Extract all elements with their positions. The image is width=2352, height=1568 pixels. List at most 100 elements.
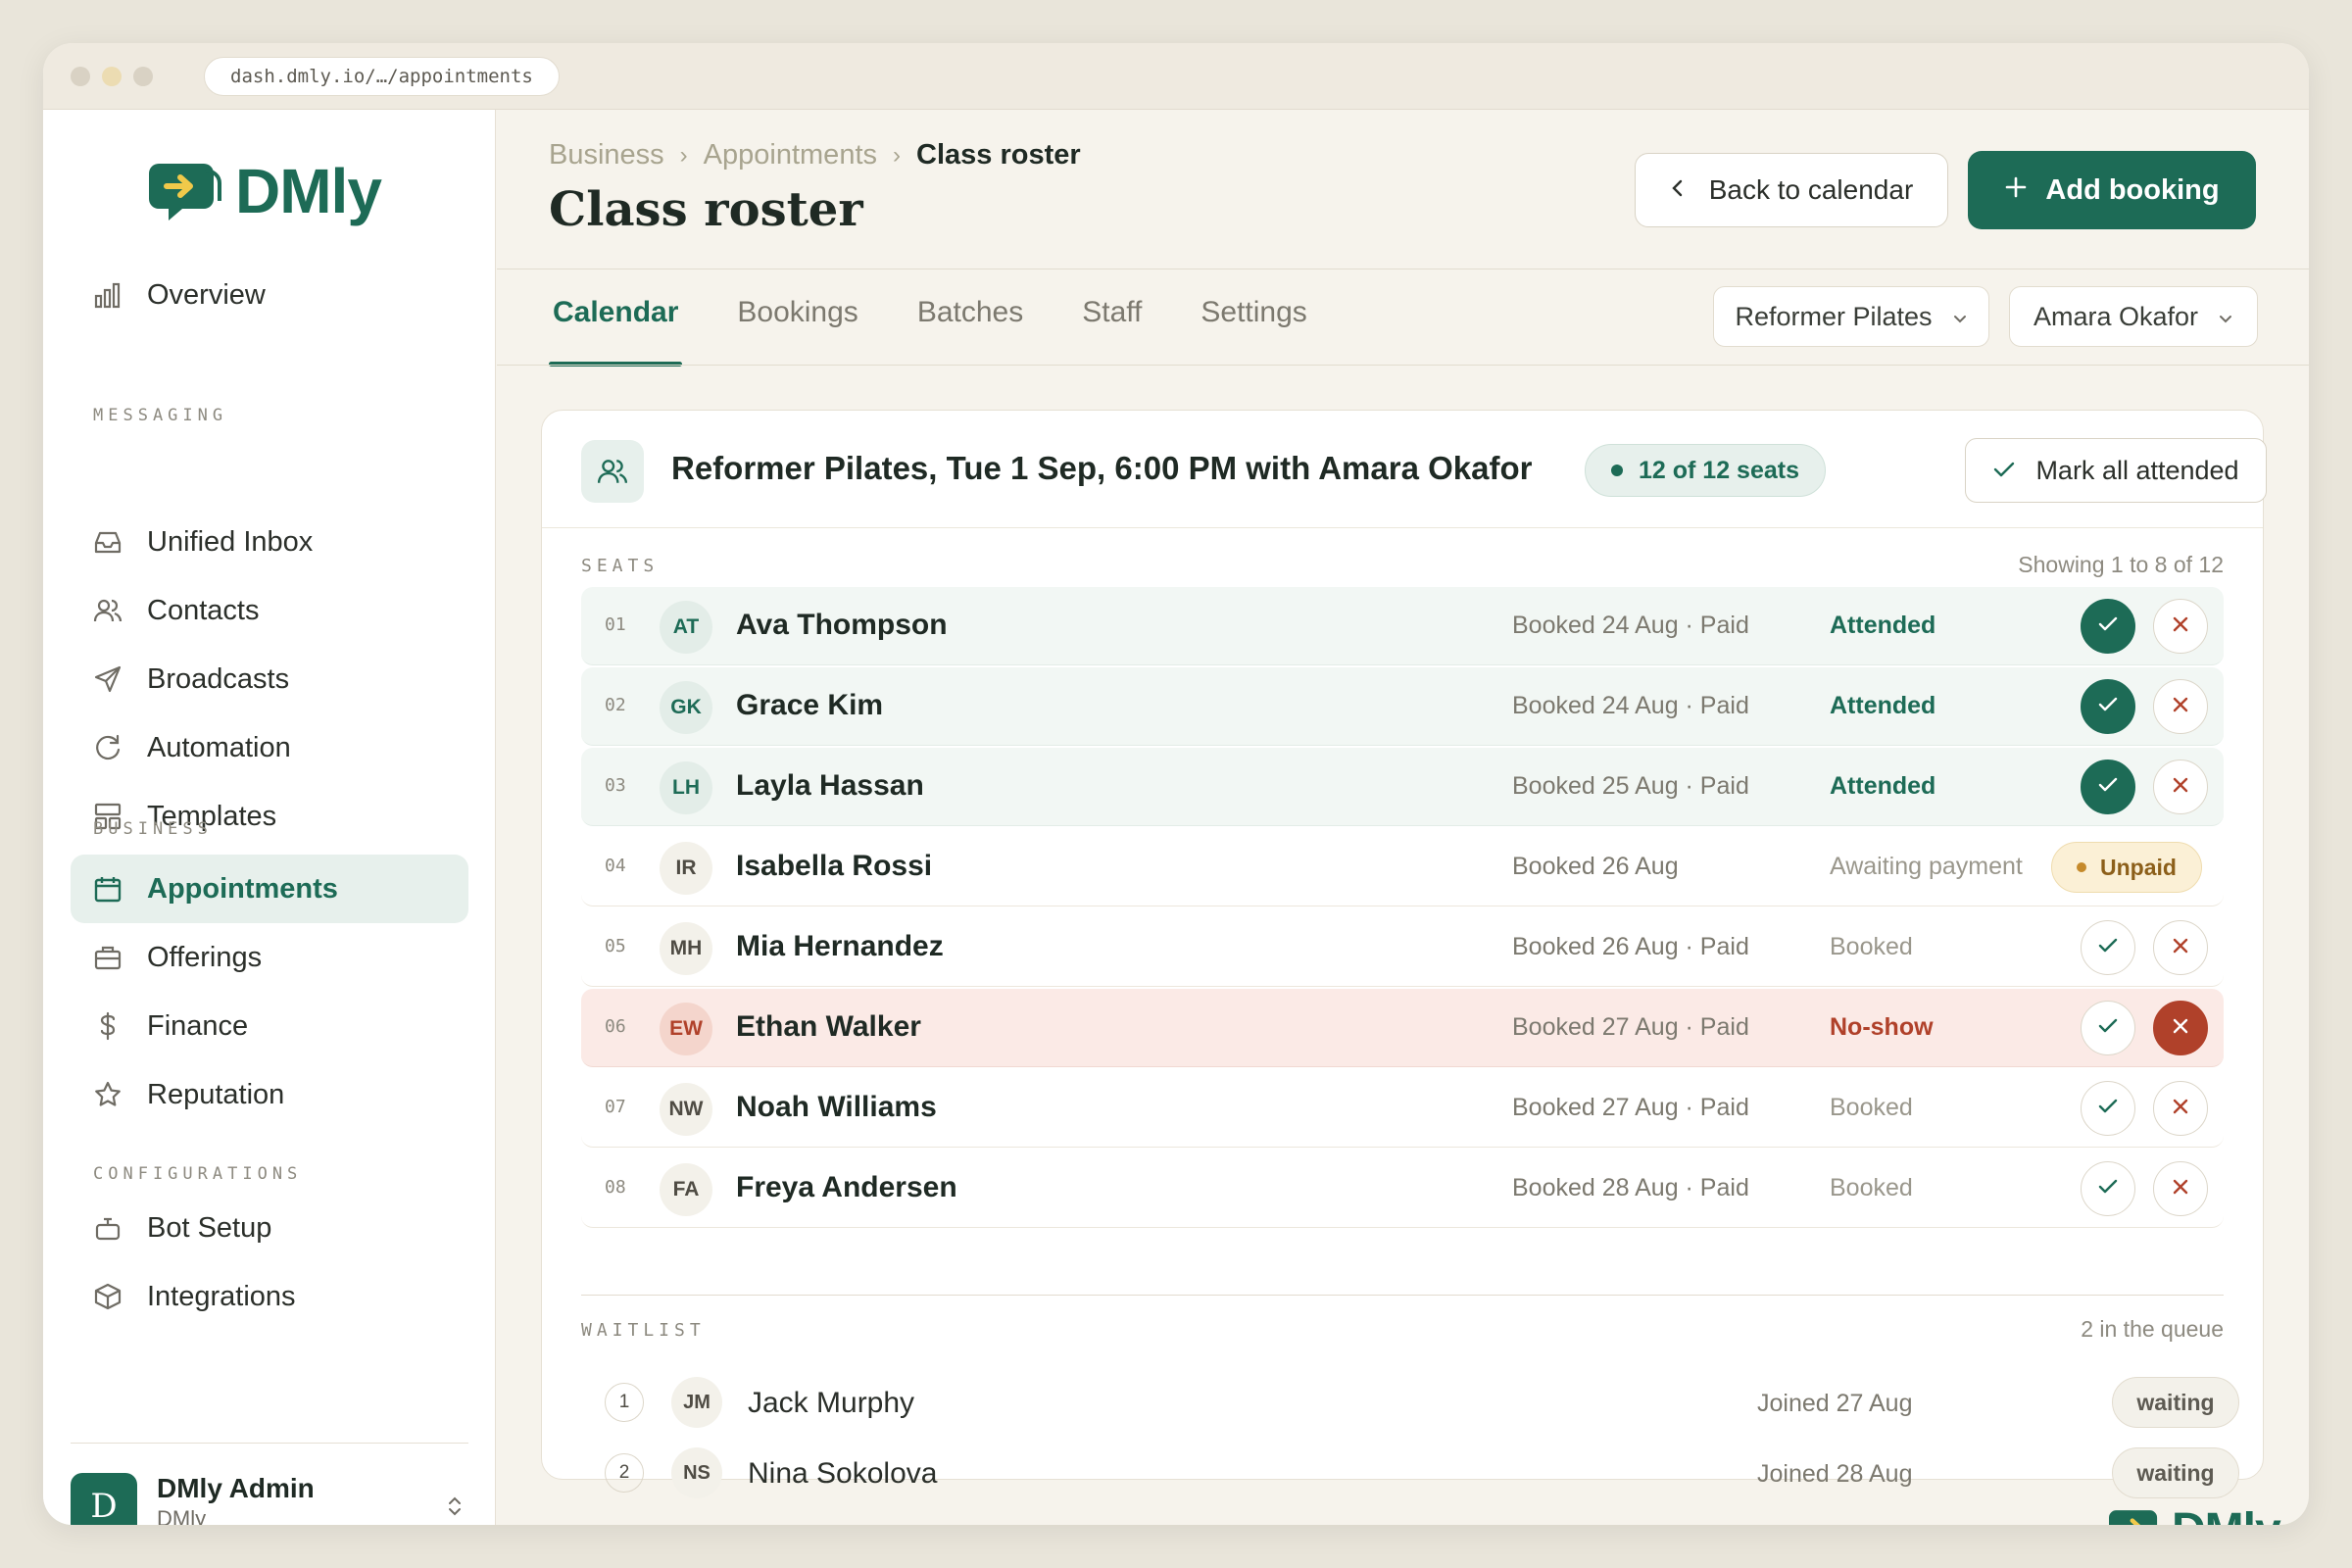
mark-attended-button[interactable] bbox=[2081, 1081, 2135, 1136]
waitlist-name[interactable]: Jack Murphy bbox=[748, 1387, 914, 1420]
seat-number: 08 bbox=[605, 1177, 626, 1198]
table-row[interactable]: 02 GK Grace Kim Booked 24 Aug · Paid Attende… bbox=[581, 667, 2224, 746]
class-filter-select[interactable]: Reformer Pilates bbox=[1713, 286, 1989, 347]
avatar: NW bbox=[660, 1083, 712, 1136]
tab-batches[interactable]: Batches bbox=[917, 296, 1023, 363]
instructor-filter-select[interactable]: Amara Okafor bbox=[2009, 286, 2258, 347]
sidebar-item-offerings[interactable]: Offerings bbox=[71, 923, 468, 992]
waiting-badge: waiting bbox=[2112, 1447, 2239, 1498]
add-booking-button[interactable]: Add booking bbox=[1968, 151, 2256, 229]
list-item[interactable]: 1 JM Jack Murphy Joined 27 Aug waiting bbox=[581, 1371, 2239, 1434]
close-icon bbox=[2172, 1178, 2189, 1200]
unpaid-badge[interactable]: Unpaid bbox=[2051, 842, 2202, 893]
sidebar-item-label: Overview bbox=[147, 278, 266, 311]
mark-attended-button[interactable] bbox=[2081, 679, 2135, 734]
sidebar-item-bot-setup[interactable]: Bot Setup bbox=[71, 1194, 468, 1262]
waitlist-name[interactable]: Nina Sokolova bbox=[748, 1457, 937, 1491]
divider bbox=[581, 1295, 2224, 1296]
table-row[interactable]: 08 FA Freya Andersen Booked 28 Aug · Paid Bo… bbox=[581, 1150, 2224, 1228]
window-minimize-dot[interactable] bbox=[102, 67, 122, 86]
sidebar-item-appointments[interactable]: Appointments bbox=[71, 855, 468, 923]
table-row[interactable]: 07 NW Noah Williams Booked 27 Aug · Paid Boo… bbox=[581, 1069, 2224, 1148]
sidebar-item-label: Contacts bbox=[147, 594, 260, 626]
user-menu[interactable]: D DMly Admin DMly bbox=[71, 1443, 468, 1525]
table-row[interactable]: 03 LH Layla Hassan Booked 25 Aug · Paid Atte… bbox=[581, 748, 2224, 826]
attendee-name[interactable]: Ava Thompson bbox=[736, 609, 948, 642]
seats-section-label: SEATS bbox=[581, 556, 660, 576]
tab-bar: Calendar Bookings Batches Staff Settings bbox=[548, 296, 1366, 367]
sidebar-item-overview[interactable]: Overview bbox=[71, 261, 468, 329]
seat-number: 01 bbox=[605, 614, 626, 635]
joined-date: Joined 28 Aug bbox=[1757, 1460, 1913, 1488]
mark-all-attended-button[interactable]: Mark all attended bbox=[1965, 438, 2267, 503]
booking-info: Booked 24 Aug · Paid bbox=[1512, 612, 1749, 639]
table-row[interactable]: 05 MH Mia Hernandez Booked 26 Aug · Paid Boo… bbox=[581, 908, 2224, 987]
mark-no-show-button[interactable] bbox=[2153, 599, 2208, 654]
mark-no-show-button[interactable] bbox=[2153, 760, 2208, 814]
mark-no-show-button[interactable] bbox=[2153, 679, 2208, 734]
tab-staff[interactable]: Staff bbox=[1082, 296, 1142, 363]
sidebar-item-finance[interactable]: Finance bbox=[71, 992, 468, 1060]
select-value: Reformer Pilates bbox=[1735, 301, 1933, 331]
attendance-status: Attended bbox=[1830, 612, 1936, 639]
sidebar-item-contacts[interactable]: Contacts bbox=[71, 576, 468, 645]
mark-attended-button[interactable] bbox=[2081, 599, 2135, 654]
sidebar-item-templates[interactable]: Templates bbox=[71, 782, 468, 851]
mark-all-label: Mark all attended bbox=[2035, 455, 2239, 485]
sidebar-item-label: Integrations bbox=[147, 1280, 296, 1312]
sidebar-item-unified-inbox[interactable]: Unified Inbox bbox=[71, 508, 468, 576]
chevron-down-icon bbox=[2218, 302, 2233, 332]
mark-no-show-button[interactable] bbox=[2153, 920, 2208, 975]
mark-attended-button[interactable] bbox=[2081, 760, 2135, 814]
breadcrumb-item[interactable]: Business bbox=[549, 139, 664, 172]
window-maximize-dot[interactable] bbox=[133, 67, 153, 86]
avatar: LH bbox=[660, 761, 712, 814]
class-title: Reformer Pilates, Tue 1 Sep, 6:00 PM wit… bbox=[671, 450, 1533, 486]
queue-position: 2 bbox=[605, 1453, 644, 1493]
breadcrumb: Business › Appointments › Class roster bbox=[549, 139, 1081, 172]
mark-attended-button[interactable] bbox=[2081, 920, 2135, 975]
attendee-name[interactable]: Grace Kim bbox=[736, 689, 883, 722]
breadcrumb-item[interactable]: Appointments bbox=[704, 139, 877, 172]
logo[interactable]: DMly bbox=[149, 155, 382, 227]
table-row[interactable]: 04 IR Isabella Rossi Booked 26 Aug Awaiting … bbox=[581, 828, 2224, 906]
check-icon bbox=[2097, 1178, 2119, 1200]
sidebar-item-reputation[interactable]: Reputation bbox=[71, 1060, 468, 1129]
attendee-name[interactable]: Mia Hernandez bbox=[736, 930, 944, 963]
mark-attended-button[interactable] bbox=[2081, 1161, 2135, 1216]
mark-no-show-button[interactable] bbox=[2153, 1161, 2208, 1216]
back-to-calendar-button[interactable]: Back to calendar bbox=[1635, 153, 1948, 227]
window-close-dot[interactable] bbox=[71, 67, 90, 86]
tab-calendar[interactable]: Calendar bbox=[548, 296, 683, 367]
seat-number: 04 bbox=[605, 856, 626, 876]
tab-bookings[interactable]: Bookings bbox=[737, 296, 858, 363]
divider bbox=[497, 269, 2309, 270]
sidebar-item-automation[interactable]: Automation bbox=[71, 713, 468, 782]
tab-settings[interactable]: Settings bbox=[1200, 296, 1306, 363]
attendee-name[interactable]: Isabella Rossi bbox=[736, 850, 932, 883]
check-icon bbox=[2097, 1098, 2119, 1120]
attendance-status: Attended bbox=[1830, 772, 1936, 800]
breadcrumb-current: Class roster bbox=[916, 139, 1081, 171]
booking-info: Booked 27 Aug · Paid bbox=[1512, 1094, 1749, 1121]
attendance-status: No-show bbox=[1830, 1013, 1934, 1041]
mark-no-show-button[interactable] bbox=[2153, 1001, 2208, 1055]
status-dot bbox=[2077, 862, 2087, 872]
attendee-name[interactable]: Noah Williams bbox=[736, 1091, 937, 1124]
sidebar-item-label: Unified Inbox bbox=[147, 525, 314, 558]
mark-no-show-button[interactable] bbox=[2153, 1081, 2208, 1136]
url-bar[interactable]: dash.dmly.io/…/appointments bbox=[204, 57, 560, 96]
list-item[interactable]: 2 NS Nina Sokolova Joined 28 Aug waiting bbox=[581, 1442, 2239, 1504]
sidebar-item-integrations[interactable]: Integrations bbox=[71, 1262, 468, 1331]
logo-icon bbox=[2109, 1509, 2158, 1525]
attendee-name[interactable]: Ethan Walker bbox=[736, 1010, 921, 1044]
mark-attended-button[interactable] bbox=[2081, 1001, 2135, 1055]
avatar: EW bbox=[660, 1003, 712, 1055]
table-row[interactable]: 01 AT Ava Thompson Booked 24 Aug · Paid Atte… bbox=[581, 587, 2224, 665]
table-row[interactable]: 06 EW Ethan Walker Booked 27 Aug · Paid No-s… bbox=[581, 989, 2224, 1067]
attendee-name[interactable]: Freya Andersen bbox=[736, 1171, 957, 1204]
group-icon bbox=[581, 440, 644, 503]
seat-number: 03 bbox=[605, 775, 626, 796]
attendee-name[interactable]: Layla Hassan bbox=[736, 769, 924, 803]
sidebar-item-broadcasts[interactable]: Broadcasts bbox=[71, 645, 468, 713]
